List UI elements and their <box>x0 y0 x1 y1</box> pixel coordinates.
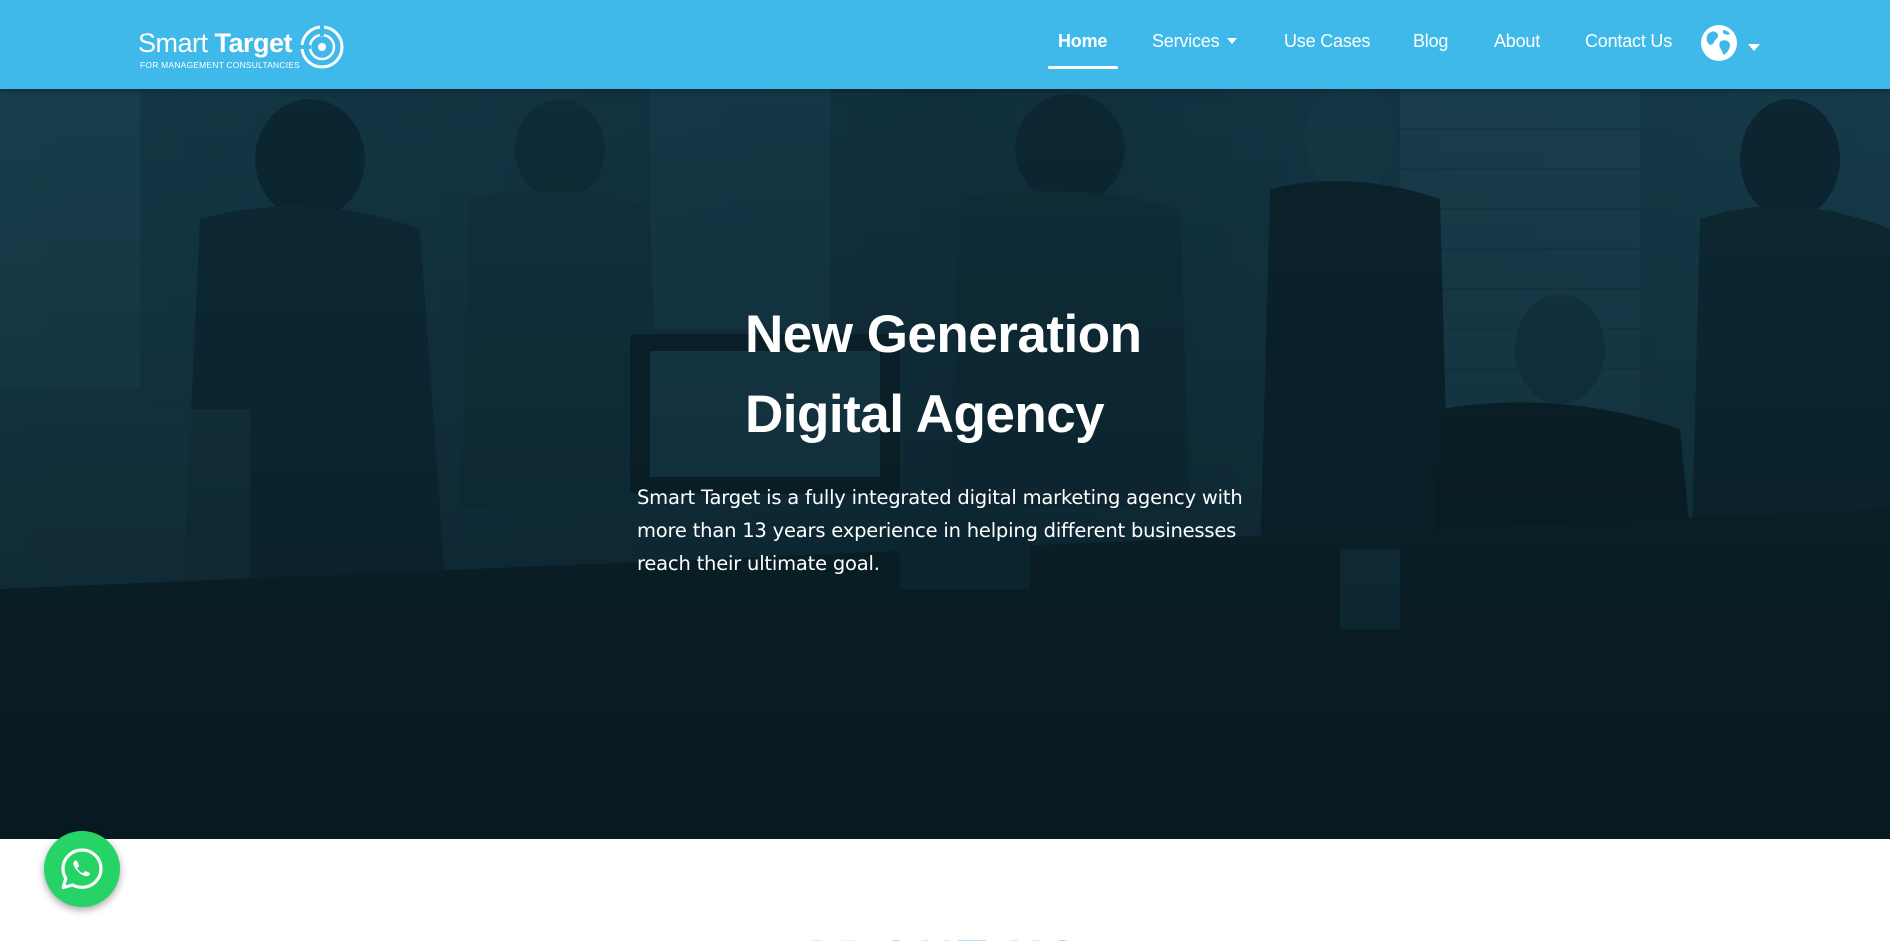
hero-title-line2: Digital Agency <box>745 385 1105 444</box>
nav-blog[interactable]: Blog <box>1413 31 1448 52</box>
whatsapp-button[interactable] <box>44 831 120 907</box>
nav-services-label: Services <box>1152 31 1220 51</box>
nav-active-indicator <box>1048 66 1118 69</box>
hero-background-image <box>0 89 1890 839</box>
chevron-down-icon <box>1227 38 1238 44</box>
hero-description: Smart Target is a fully integrated digit… <box>637 486 1243 575</box>
hero-title-line1: New Generation <box>745 305 1142 364</box>
about-section: ABOUT US <box>0 839 1890 941</box>
hero-section: New Generation Digital Agency Smart Targ… <box>0 89 1890 839</box>
globe-icon <box>1701 25 1737 61</box>
whatsapp-icon <box>61 848 103 890</box>
language-selector[interactable] <box>1700 24 1762 64</box>
page: Smart Target FOR MANAGEMENT CONSULTANCIE… <box>0 0 1890 941</box>
nav-use-cases[interactable]: Use Cases <box>1284 31 1370 52</box>
hero-title: New Generation Digital Agency <box>745 295 1305 455</box>
nav-about[interactable]: About <box>1494 31 1540 52</box>
chevron-down-icon <box>1748 44 1760 51</box>
nav-contact-us[interactable]: Contact Us <box>1585 31 1672 52</box>
nav-services[interactable]: Services <box>1152 31 1238 52</box>
navbar: Smart Target FOR MANAGEMENT CONSULTANCIE… <box>0 0 1890 89</box>
nav-home[interactable]: Home <box>1058 31 1107 52</box>
about-heading: ABOUT US <box>800 931 1083 941</box>
main-nav: Home Services Use Cases Blog About Conta… <box>0 0 1890 89</box>
